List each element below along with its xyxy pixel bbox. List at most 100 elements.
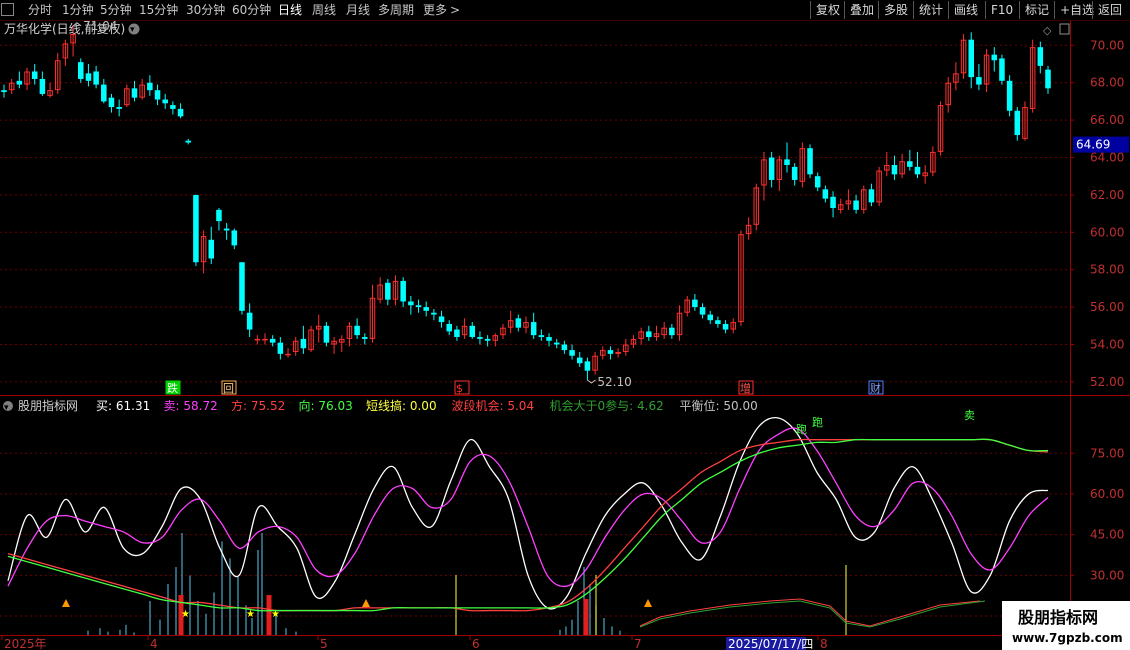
date-axis-label: 6 bbox=[472, 637, 480, 650]
toolbar-button-8[interactable]: 返回 bbox=[1092, 1, 1127, 19]
candle-body bbox=[530, 322, 537, 336]
candle-body bbox=[868, 189, 875, 203]
candle-body bbox=[262, 338, 268, 341]
candle-body bbox=[607, 350, 614, 354]
top-toolbar: 分时 1分钟 5分钟 15分钟 30分钟 60分钟 日线 周线 月线 多周期 更多 > 复权 叠加 多股 统计… bbox=[0, 0, 1130, 21]
toolbar-button-4[interactable]: 画线 bbox=[948, 1, 983, 19]
price-axis-label: 60.00 bbox=[1090, 225, 1124, 239]
candle-body bbox=[584, 361, 591, 371]
indicator-tag-0: 跑 bbox=[796, 422, 807, 436]
candle-body bbox=[553, 342, 560, 345]
current-price-label: 64.69 bbox=[1076, 138, 1110, 152]
candle-body bbox=[976, 77, 982, 85]
candle-body bbox=[546, 337, 552, 341]
candle-body bbox=[16, 80, 23, 85]
price-axis-label: 70.00 bbox=[1090, 38, 1124, 52]
event-marker-1: 回 bbox=[221, 380, 237, 395]
candle-body bbox=[415, 305, 422, 308]
triangle-icon bbox=[62, 599, 70, 607]
star-icon: ★ bbox=[181, 609, 190, 620]
diamond-icon: ◇ bbox=[1043, 24, 1052, 37]
period-tab-7[interactable]: 周线 bbox=[312, 2, 336, 18]
candle-body bbox=[269, 338, 276, 343]
watermark-line2: www.7gpzb.com bbox=[1012, 631, 1123, 645]
indicator-tag-1: 跑 bbox=[812, 415, 823, 429]
more-arrow-icon[interactable]: > bbox=[450, 2, 460, 18]
candle-body bbox=[300, 338, 307, 349]
candle-body bbox=[239, 262, 245, 311]
candle-body bbox=[131, 88, 138, 98]
period-tab-4[interactable]: 30分钟 bbox=[186, 2, 225, 18]
indicator-line-1 bbox=[7, 427, 1049, 588]
candle-body bbox=[646, 331, 652, 338]
date-axis-label: 2025年 bbox=[4, 637, 47, 650]
candle-body bbox=[78, 62, 84, 79]
event-marker-label: 跌 bbox=[167, 381, 178, 395]
candle-body bbox=[193, 194, 199, 263]
toolbar-button-5[interactable]: F10 bbox=[985, 1, 1018, 19]
candle-body bbox=[791, 166, 798, 180]
period-tab-2[interactable]: 5分钟 bbox=[100, 2, 132, 18]
opportunity-wave-green bbox=[639, 600, 986, 628]
candle-body bbox=[830, 196, 836, 208]
period-tab-5[interactable]: 60分钟 bbox=[232, 2, 271, 18]
toolbar-button-0[interactable]: 复权 bbox=[810, 1, 845, 19]
period-tab-6[interactable]: 日线 bbox=[278, 2, 302, 18]
event-marker-0: 跌 bbox=[165, 380, 181, 395]
candle-body bbox=[400, 280, 406, 302]
indicator-chevron: ▾ bbox=[4, 403, 9, 413]
candle-body bbox=[515, 318, 522, 328]
toolbar-button-6[interactable]: 标记 bbox=[1019, 1, 1054, 19]
window-menu-icon[interactable] bbox=[1, 3, 14, 16]
high-label: 71.04 bbox=[83, 21, 117, 33]
triangle-icon bbox=[362, 599, 370, 607]
candle-body bbox=[1037, 47, 1044, 66]
candle-body bbox=[768, 157, 775, 180]
candle-body bbox=[991, 54, 998, 61]
indicator-item-5: 波段机会: 5.04 bbox=[452, 398, 535, 413]
candle-body bbox=[177, 108, 184, 117]
event-marker-label: 财 bbox=[870, 381, 881, 395]
candle-body bbox=[385, 282, 391, 300]
candle-body bbox=[116, 107, 122, 109]
date-axis-label: 5 bbox=[320, 637, 328, 650]
toolbar-button-3[interactable]: 统计 bbox=[913, 1, 948, 19]
candle-body bbox=[615, 351, 621, 354]
indicator-tag-2: 卖 bbox=[964, 409, 975, 422]
period-tab-10[interactable]: 更多 bbox=[423, 2, 447, 18]
period-tab-8[interactable]: 月线 bbox=[346, 2, 370, 18]
indicator-axis-label: 75.00 bbox=[1090, 446, 1124, 460]
panel-toggle-icon bbox=[1059, 23, 1070, 35]
low-label: 52.10 bbox=[597, 375, 631, 389]
event-marker-3: 增 bbox=[738, 380, 754, 395]
period-tab-3[interactable]: 15分钟 bbox=[139, 2, 178, 18]
candle-body bbox=[1014, 110, 1021, 136]
candle-body bbox=[807, 148, 813, 175]
candle-body bbox=[39, 78, 46, 94]
price-axis-label: 54.00 bbox=[1090, 338, 1124, 352]
toolbar-button-2[interactable]: 多股 bbox=[878, 1, 913, 19]
indicator-item-3: 向: 76.03 bbox=[299, 398, 353, 413]
price-axis-label: 64.00 bbox=[1090, 151, 1124, 165]
period-tab-9[interactable]: 多周期 bbox=[378, 2, 414, 18]
candle-body bbox=[254, 338, 261, 341]
candle-body bbox=[477, 337, 483, 339]
candle-body bbox=[362, 337, 368, 339]
event-marker-label: $ bbox=[456, 382, 463, 395]
candle-body bbox=[484, 338, 491, 341]
candle-body bbox=[31, 71, 38, 79]
toolbar-button-1[interactable]: 叠加 bbox=[844, 1, 879, 19]
indicator-item-7: 平衡位: 50.00 bbox=[680, 398, 758, 413]
candle-body bbox=[853, 200, 859, 210]
candle-body bbox=[569, 350, 575, 356]
indicator-axis-label: 45.00 bbox=[1090, 528, 1124, 542]
candle-body bbox=[699, 307, 706, 315]
date-axis-label: 8 bbox=[820, 637, 828, 650]
candle-body bbox=[1006, 80, 1013, 111]
candle-body bbox=[147, 82, 153, 91]
indicator-item-2: 方: 75.52 bbox=[231, 398, 285, 413]
indicator-axis-label: 30.00 bbox=[1090, 568, 1124, 582]
period-tab-1[interactable]: 1分钟 bbox=[62, 2, 94, 18]
period-tab-0[interactable]: 分时 bbox=[28, 2, 52, 18]
candle-body bbox=[208, 239, 215, 259]
